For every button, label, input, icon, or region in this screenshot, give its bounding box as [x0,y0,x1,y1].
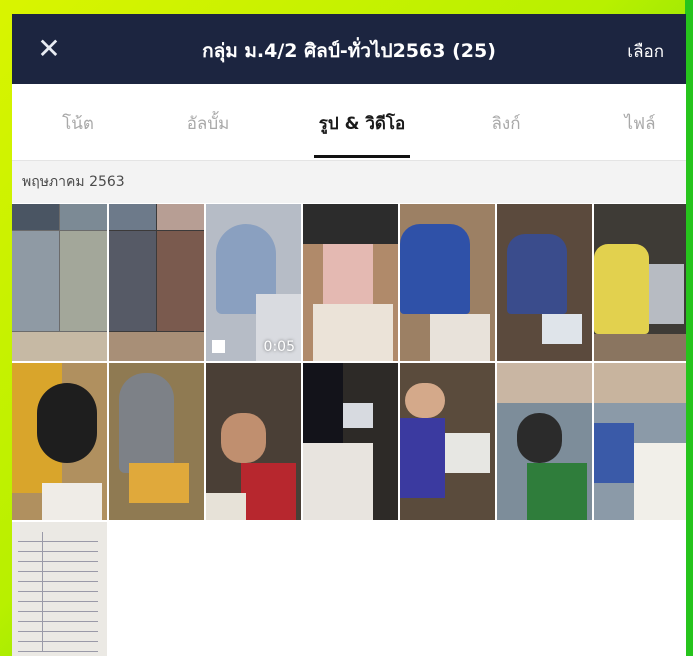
media-thumbnail[interactable] [400,363,495,520]
media-thumbnail[interactable] [594,204,686,361]
media-thumbnail[interactable] [594,363,686,520]
media-thumbnail[interactable] [303,204,398,361]
frame-edge [685,0,693,656]
app-screen: ✕ กลุ่ม ม.4/2 ศิลป์-ทั่วไป2563 (25) เลือ… [12,14,686,656]
media-thumbnail[interactable] [109,204,204,361]
tab-notes[interactable]: โน้ต [18,110,138,137]
media-thumbnail[interactable] [497,363,592,520]
navbar: ✕ กลุ่ม ม.4/2 ศิลป์-ทั่วไป2563 (25) เลือ… [12,14,686,84]
tab-bar: โน้ต อัลบั้ม รูป & วิดีโอ ลิงก์ ไฟล์ [12,84,686,161]
video-duration: 0:05 [263,339,295,355]
media-thumbnail[interactable] [400,204,495,361]
close-icon[interactable]: ✕ [34,34,64,64]
tab-files[interactable]: ไฟล์ [580,110,686,137]
media-thumbnail[interactable] [497,204,592,361]
tab-photos-videos[interactable]: รูป & วิดีโอ [302,110,422,137]
media-thumbnail[interactable] [206,363,301,520]
media-thumbnail[interactable] [109,363,204,520]
media-thumbnail[interactable] [303,363,398,520]
select-button[interactable]: เลือก [627,38,664,65]
page-title: กลุ่ม ม.4/2 ศิลป์-ทั่วไป2563 (25) [202,40,496,62]
media-video-thumbnail[interactable]: 0:05 [206,204,301,361]
media-thumbnail[interactable] [12,363,107,520]
video-icon [212,340,225,353]
tab-albums[interactable]: อัลบั้ม [148,110,268,137]
section-date-header: พฤษภาคม 2563 [12,161,686,203]
active-tab-indicator [314,155,410,158]
media-thumbnail[interactable] [12,522,107,656]
tab-links[interactable]: ลิงก์ [446,110,566,137]
media-thumbnail[interactable] [12,204,107,361]
